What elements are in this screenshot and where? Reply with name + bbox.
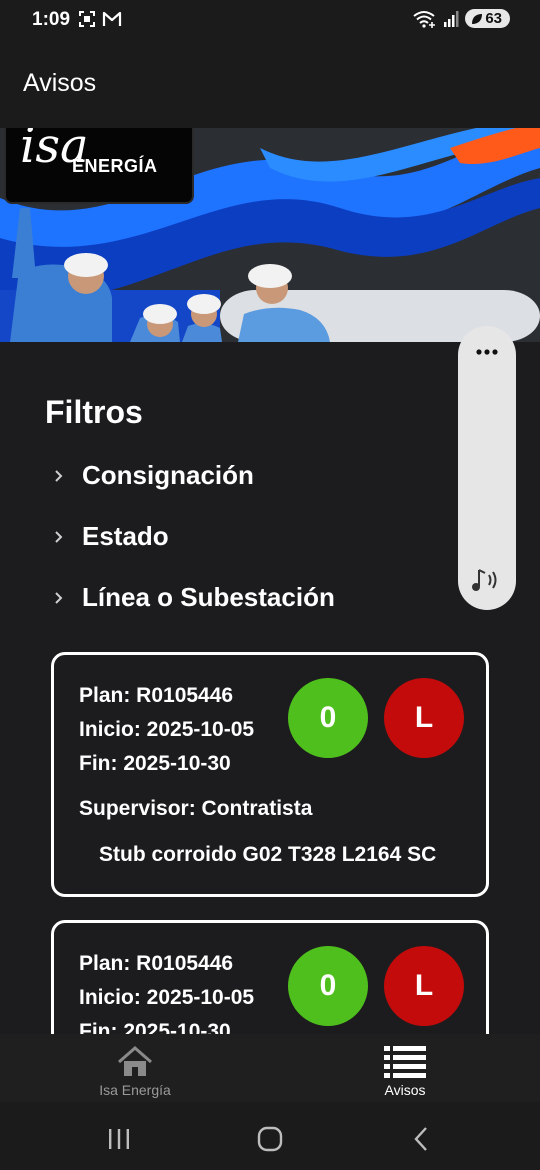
bottom-navigation: Isa Energía Avisos [0, 1034, 540, 1102]
battery-level: 63 [485, 10, 502, 27]
card-fin: Fin: 2025-10-30 [79, 752, 231, 775]
screenshot-icon [79, 11, 95, 27]
filter-label: Estado [82, 521, 169, 551]
gmail-icon [102, 11, 122, 26]
battery-saver-icon [472, 13, 483, 24]
chevron-right-icon [55, 469, 63, 482]
nav-label: Avisos [384, 1082, 426, 1098]
aviso-card[interactable]: Plan: R0105446 Inicio: 2025-10-05 Fin: 2… [51, 920, 489, 1034]
chevron-right-icon [55, 530, 63, 543]
page-title: Avisos [23, 69, 97, 97]
status-time: 1:09 [32, 9, 71, 30]
card-inicio: Inicio: 2025-10-05 [79, 986, 255, 1009]
filter-label: Consignación [82, 460, 254, 490]
badge-label: 0 [319, 969, 337, 1002]
status-bar: 1:09 63 [0, 0, 540, 40]
badge-label: L [414, 701, 434, 734]
card-plan: Plan: R0105446 [79, 952, 234, 975]
filter-consignacion[interactable]: Consignación [52, 460, 254, 491]
floating-side-panel[interactable] [458, 326, 516, 610]
nav-isa-energia[interactable]: Isa Energía [45, 1034, 225, 1102]
status-badge-red[interactable]: L [384, 946, 464, 1026]
aviso-card[interactable]: Plan: R0105446 Inicio: 2025-10-05 Fin: 2… [51, 652, 489, 897]
wifi-icon [413, 10, 436, 28]
card-plan: Plan: R0105446 [79, 684, 234, 707]
status-badge-green[interactable]: 0 [288, 946, 368, 1026]
more-horizontal-icon[interactable] [475, 348, 499, 356]
status-notification-icons [78, 10, 122, 28]
card-fin: Fin: 2025-10-30 [79, 1020, 231, 1034]
recent-apps-icon[interactable] [107, 1128, 131, 1150]
card-supervisor: Supervisor: Contratista [79, 797, 313, 820]
status-badge-red[interactable]: L [384, 678, 464, 758]
filter-label: Línea o Subestación [82, 582, 335, 612]
signal-icon [444, 10, 459, 27]
status-right: 63 [413, 9, 510, 28]
battery-indicator: 63 [465, 9, 510, 28]
badge-label: L [414, 969, 434, 1002]
list-icon [384, 1046, 426, 1078]
badge-label: 0 [319, 701, 337, 734]
status-badge-green[interactable]: 0 [288, 678, 368, 758]
banner-image: isa ENERGÍA [0, 128, 540, 342]
back-icon[interactable] [412, 1126, 430, 1152]
filter-estado[interactable]: Estado [52, 521, 169, 552]
logo-text: ENERGÍA [72, 156, 158, 176]
card-inicio: Inicio: 2025-10-05 [79, 718, 255, 741]
filter-linea-subestacion[interactable]: Línea o Subestación [52, 582, 335, 613]
system-navigation-bar [0, 1102, 540, 1170]
home-icon [118, 1046, 152, 1076]
home-button-icon[interactable] [257, 1126, 283, 1152]
card-description: Stub corroido G02 T328 L2164 SC [99, 843, 437, 866]
nav-avisos[interactable]: Avisos [315, 1034, 495, 1102]
sound-icon[interactable] [470, 566, 502, 594]
filters-title: Filtros [45, 394, 143, 430]
app-bar: Avisos [0, 40, 540, 128]
nav-label: Isa Energía [99, 1082, 171, 1098]
isa-energia-logo: isa ENERGÍA [4, 128, 194, 204]
chevron-right-icon [55, 591, 63, 604]
